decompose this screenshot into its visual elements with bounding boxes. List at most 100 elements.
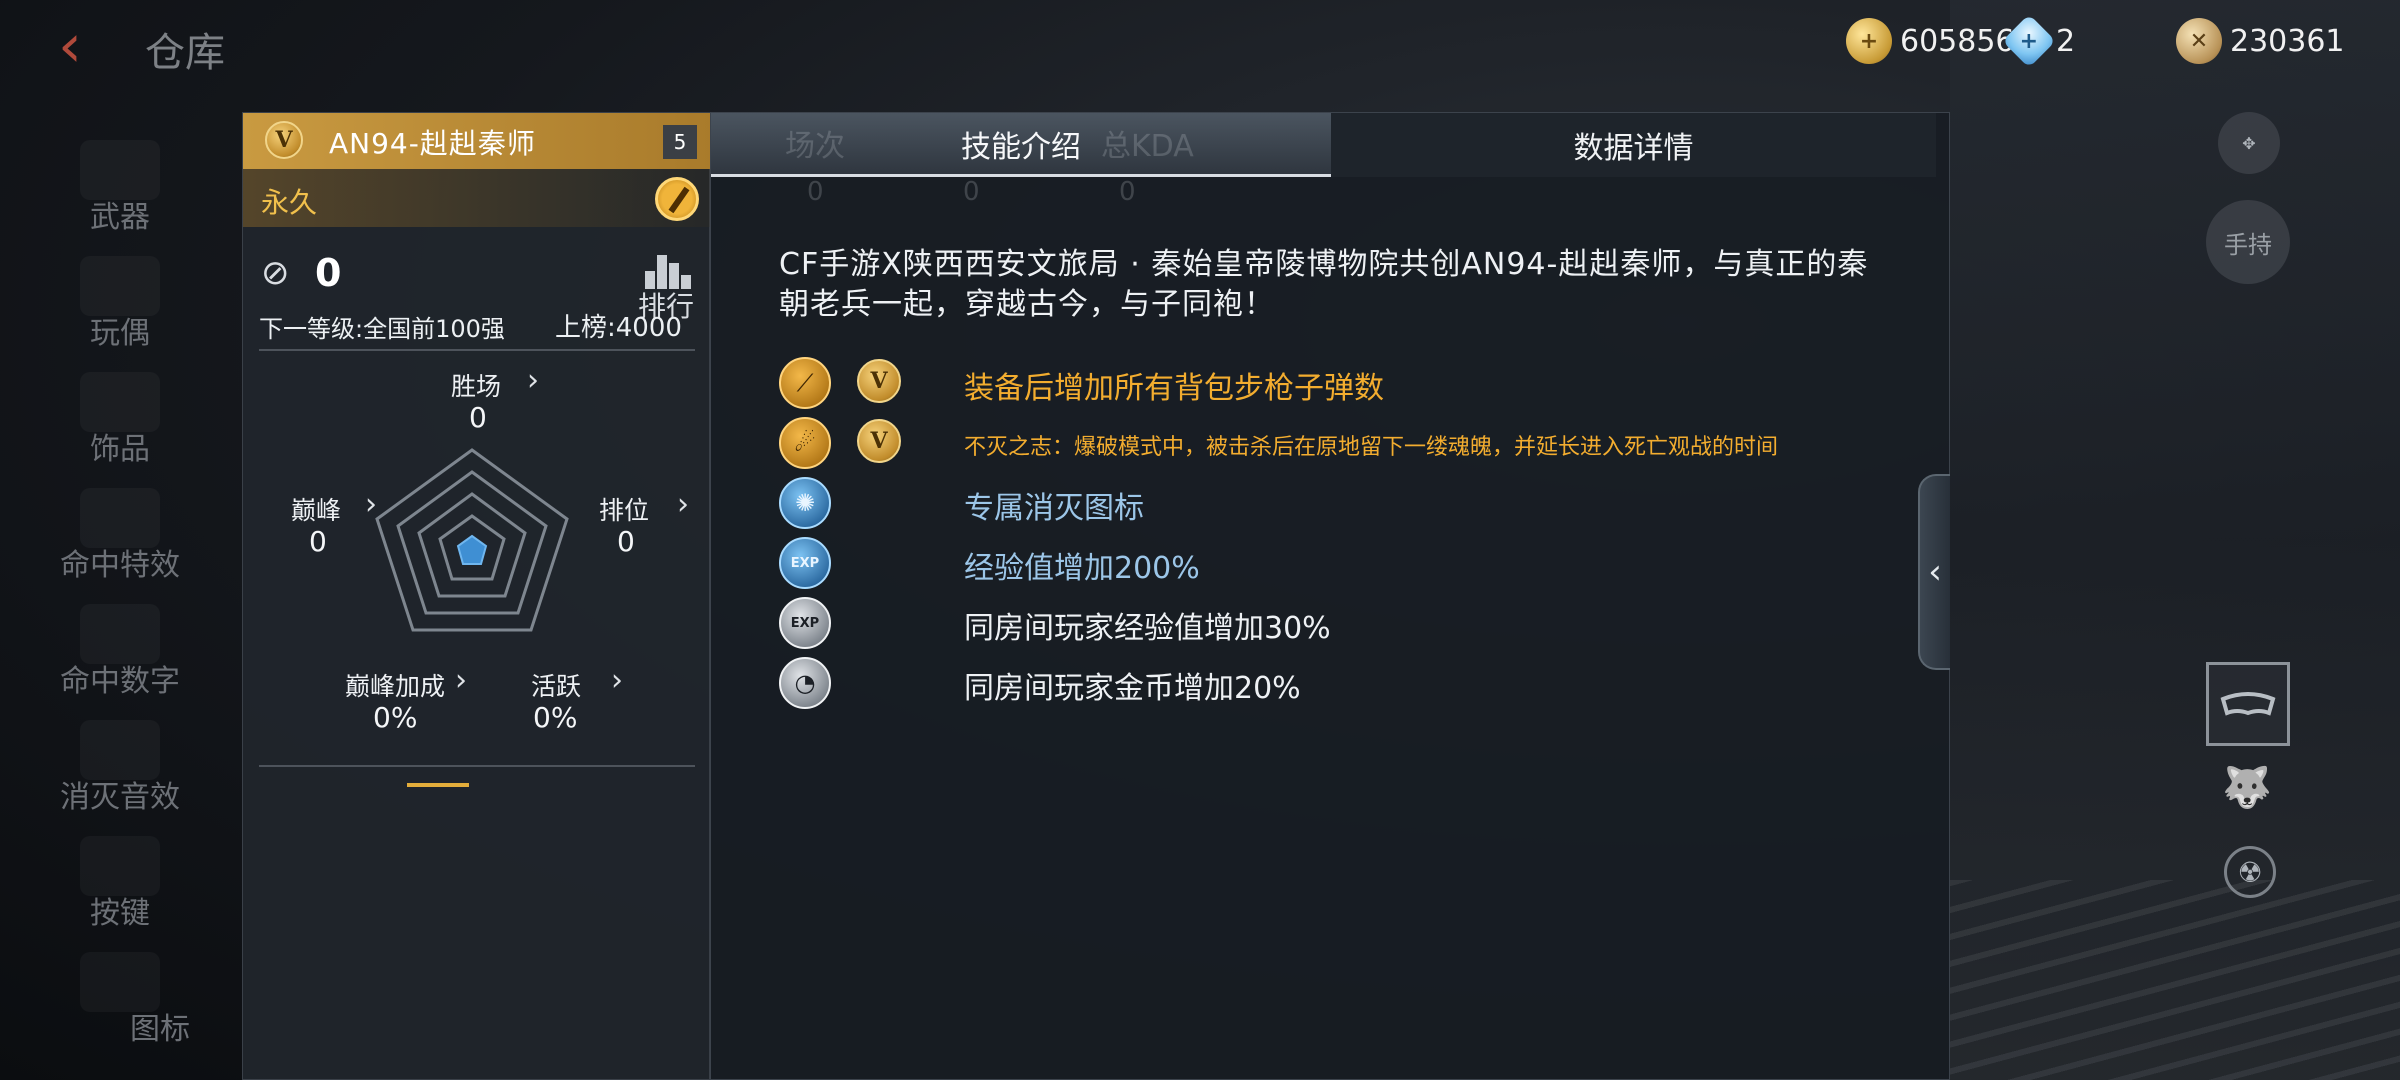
page-title: 仓库 [145, 30, 225, 76]
weapon-level-badge: 5 [663, 125, 697, 159]
stat-wins-label[interactable]: 胜场 [451, 367, 501, 403]
goggles-view-button[interactable] [2206, 662, 2290, 746]
icon-category-icon [80, 952, 160, 1012]
soul-figure-icon: ☄ [779, 417, 831, 469]
stat-active-label[interactable]: 活跃 [531, 667, 581, 703]
doll-icon [80, 256, 160, 316]
stat-ranked-label[interactable]: 排位 [599, 491, 649, 527]
card-divider-bottom [259, 765, 695, 767]
chevron-right-icon[interactable]: › [527, 363, 539, 398]
ghost-value: 0 [807, 177, 824, 207]
collapse-panel-button[interactable]: ‹ [1918, 474, 1950, 670]
hit-effect-icon [80, 488, 160, 548]
skill-text: 经验值增加200% [964, 551, 1200, 586]
chevron-right-icon[interactable]: › [677, 487, 689, 522]
skill-row: ◔ 同房间玩家金币增加20% [779, 655, 1929, 711]
gold-currency[interactable]: + 605856 [1846, 16, 2015, 66]
skill-text: 不灭之志：爆破模式中，被击杀后在原地留下一缕魂魄，并延长进入死亡观战的时间 [964, 435, 1779, 460]
hand-hold-button[interactable]: 手持 [2206, 200, 2290, 284]
weapon-duration: 永久 [261, 186, 318, 219]
next-level-text: 下一等级:全国前100强 [259, 315, 505, 343]
tab-data-details[interactable]: 数据详情 [1331, 113, 1936, 177]
v-rank-badge-icon: V [265, 121, 303, 159]
weapon-header: V AN94-赳赳秦师 5 [243, 113, 711, 169]
rank-value: 0 [315, 251, 342, 295]
v-rank-badge-icon: V [857, 359, 901, 403]
weapon-medal-icon[interactable] [655, 177, 699, 221]
skill-text: 同房间玩家经验值增加30% [964, 611, 1331, 646]
skill-row: EXP 经验值增加200% [779, 535, 1929, 591]
sidebar-item-icons[interactable]: 图标 [0, 952, 240, 1062]
ghost-tab-matches: 场次 [785, 129, 845, 164]
button-icon [80, 836, 160, 896]
background-rail [1950, 880, 2400, 1080]
rotate-icon: ✥ [2242, 133, 2256, 153]
v-rank-badge-icon: V [857, 419, 901, 463]
chevron-left-icon: ‹ [58, 11, 82, 81]
skill-row: ✺ 专属消灭图标 [779, 475, 1929, 531]
card-divider-top [259, 349, 695, 351]
chevron-right-icon[interactable]: › [455, 663, 467, 698]
ghost-value: 0 [1119, 177, 1136, 207]
radiation-icon: ☢ [2237, 855, 2263, 889]
diamond-amount: 2 [2056, 23, 2076, 59]
exp-boost-icon: EXP [779, 537, 831, 589]
stat-ranked-value: 0 [617, 525, 635, 558]
gold-amount: 605856 [1900, 23, 2015, 59]
leaderboard-icon[interactable] [643, 249, 697, 289]
page-indicator [407, 783, 469, 787]
skill-text: 装备后增加所有背包步枪子弹数 [964, 371, 1384, 406]
weapon-name: AN94-赳赳秦师 [329, 127, 536, 160]
rifle-ammo-icon: ⟋ [779, 357, 831, 409]
ghost-tab-kda: 总KDA [1101, 129, 1194, 164]
sidebar-item-kill-sounds[interactable]: 消灭音效 [0, 720, 240, 830]
details-tabs: 技能介绍 数据详情 [711, 113, 1936, 177]
skill-row: ☄ V 不灭之志：爆破模式中，被击杀后在原地留下一缕魂魄，并延长进入死亡观战的时… [779, 415, 1929, 471]
weapon-icon [80, 140, 160, 200]
hand-hold-label: 手持 [2224, 230, 2272, 259]
category-sidebar: 武器 玩偶 饰品 命中特效 命中数字 消灭音效 按键 图标 [0, 100, 250, 1080]
board-threshold: 上榜:4000 [555, 313, 682, 343]
skill-text: 专属消灭图标 [964, 491, 1144, 526]
skill-text: 同房间玩家金币增加20% [964, 671, 1301, 706]
stat-peak-label[interactable]: 巅峰 [291, 491, 341, 527]
gold-coin-plus-icon: + [1846, 18, 1892, 64]
weapon-duration-bar: 永久 [243, 169, 711, 227]
token-currency[interactable]: ✕ 230361 [2176, 16, 2345, 66]
kill-sound-icon [80, 720, 160, 780]
diamond-plus-icon: + [2002, 14, 2056, 68]
rank-no-entry-icon: ⊘ [261, 253, 290, 293]
chevron-right-icon[interactable]: › [611, 663, 623, 698]
sidebar-item-hit-effects[interactable]: 命中特效 [0, 488, 240, 598]
stat-wins-value: 0 [469, 401, 487, 434]
details-panel: 技能介绍 数据详情 场次 总KDA 0 0 0 CF手游X陕西西安文旅局 · 秦… [710, 112, 1950, 1080]
sidebar-item-accessories[interactable]: 饰品 [0, 372, 240, 482]
sidebar-item-buttons[interactable]: 按键 [0, 836, 240, 946]
ghost-value: 0 [963, 177, 980, 207]
goggles-icon [2220, 692, 2276, 716]
sidebar-item-weapons[interactable]: 武器 [0, 140, 240, 250]
diamond-currency[interactable]: + 2 [2002, 14, 2076, 68]
crossed-swords-coin-icon: ✕ [2176, 18, 2222, 64]
weapon-description: CF手游X陕西西安文旅局 · 秦始皇帝陵博物院共创AN94-赳赳秦师，与真正的秦… [779, 247, 1869, 322]
rotate-view-button[interactable]: ✥ [2218, 112, 2280, 174]
stat-active-value: 0% [533, 701, 578, 734]
skill-row: EXP 同房间玩家经验值增加30% [779, 595, 1929, 651]
skill-row: ⟋ V 装备后增加所有背包步枪子弹数 [779, 355, 1929, 411]
back-button[interactable]: ‹ [58, 16, 118, 78]
accessory-icon [80, 372, 160, 432]
chevron-left-icon: ‹ [1928, 552, 1942, 592]
radiation-button[interactable]: ☢ [2224, 846, 2276, 898]
stat-peak-bonus-value: 0% [373, 701, 418, 734]
sidebar-item-hit-numbers[interactable]: 命中数字 [0, 604, 240, 714]
stats-radar-chart [375, 448, 569, 632]
stat-peak-bonus-label[interactable]: 巅峰加成 [345, 667, 445, 703]
kill-emblem-icon: ✺ [779, 477, 831, 529]
sidebar-item-dolls[interactable]: 玩偶 [0, 256, 240, 366]
room-exp-icon: EXP [779, 597, 831, 649]
stat-peak-value: 0 [309, 525, 327, 558]
room-gold-icon: ◔ [779, 657, 831, 709]
hit-number-icon [80, 604, 160, 664]
token-amount: 230361 [2230, 23, 2345, 59]
wolf-head-icon[interactable]: 🐺 [2222, 764, 2276, 811]
